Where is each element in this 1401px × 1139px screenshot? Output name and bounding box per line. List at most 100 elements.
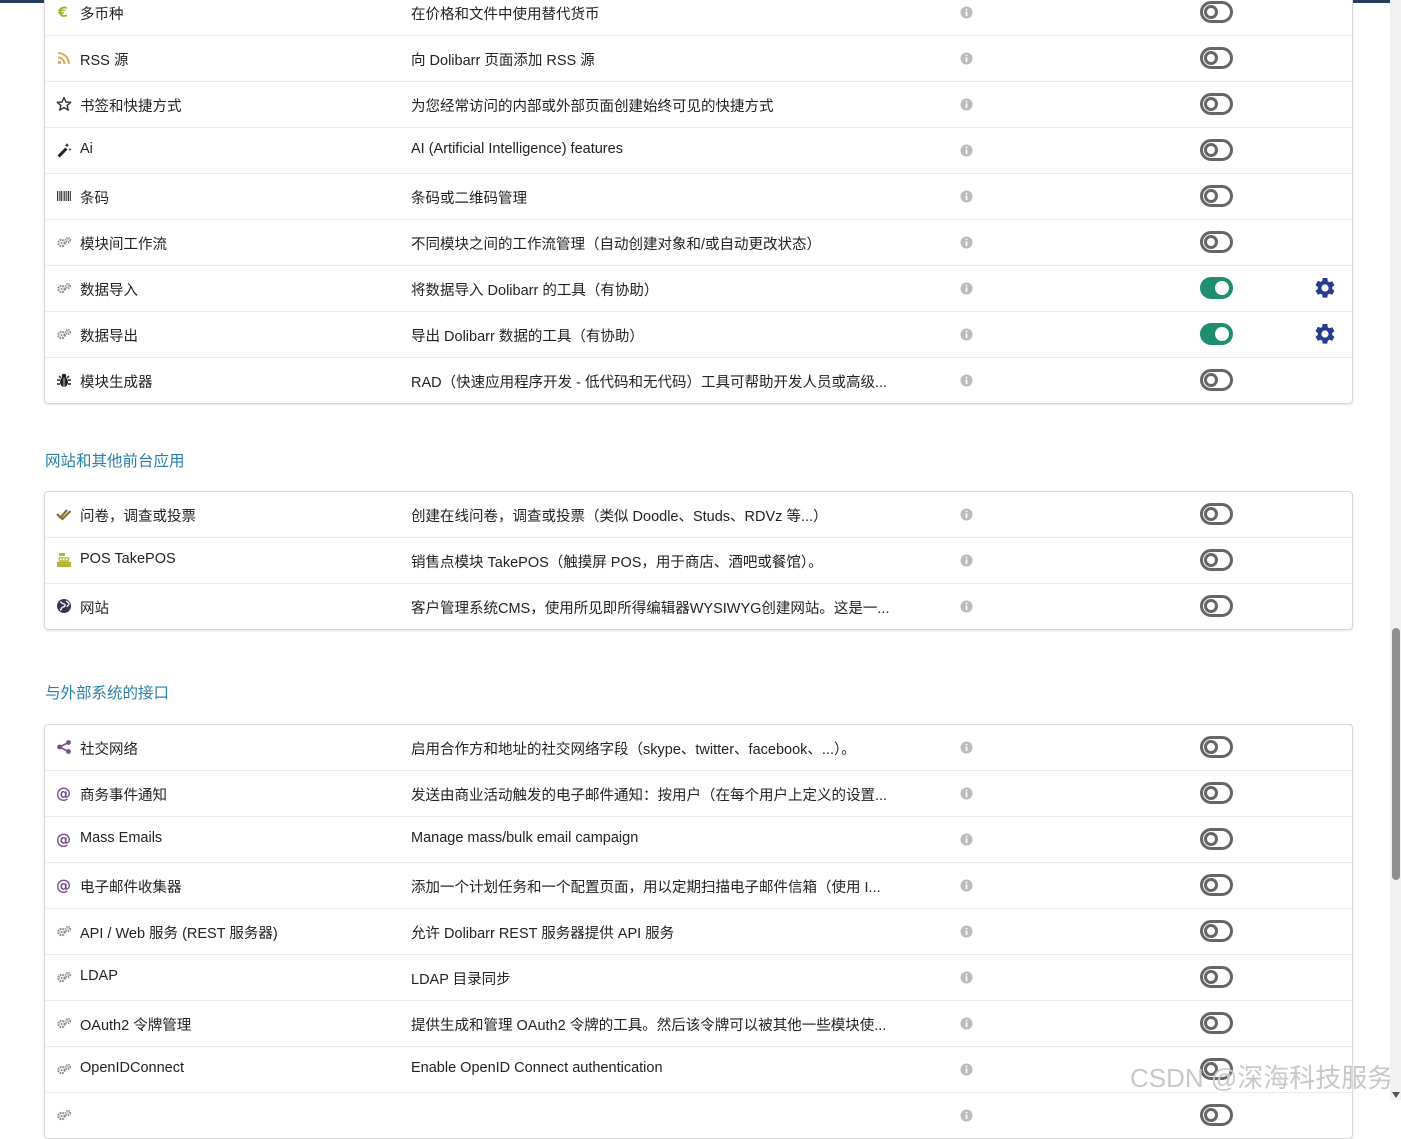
module-name: 多币种 <box>80 7 124 23</box>
info-icon[interactable] <box>960 787 973 800</box>
info-icon[interactable] <box>960 144 973 157</box>
rss-icon <box>56 50 72 66</box>
module-description: 在价格和文件中使用替代货币 <box>411 7 600 23</box>
scrollbar-thumb[interactable] <box>1392 628 1400 880</box>
module-toggle[interactable] <box>1200 185 1233 207</box>
info-icon[interactable] <box>960 741 973 754</box>
module-toggle[interactable] <box>1200 323 1233 345</box>
module-description: 提供生成和管理 OAuth2 令牌的工具。然后该令牌可以被其他一些模块使... <box>411 1018 887 1034</box>
scrollbar-track[interactable] <box>1390 0 1401 1100</box>
module-toggle[interactable] <box>1200 736 1233 758</box>
module-row: 模块生成器 RAD（快速应用程序开发 - 低代码和无代码）工具可帮助开发人员或高级… <box>45 357 1352 403</box>
module-toggle[interactable] <box>1200 966 1233 988</box>
module-row: RSS 源 向 Dolibarr 页面添加 RSS 源 <box>45 35 1352 81</box>
module-row: 社交网络 启用合作方和地址的社交网络字段（skype、twitter、facebo… <box>45 725 1352 770</box>
info-icon[interactable] <box>960 98 973 111</box>
module-toggle[interactable] <box>1200 231 1233 253</box>
module-toggle[interactable] <box>1200 369 1233 391</box>
info-icon[interactable] <box>960 190 973 203</box>
info-icon[interactable] <box>960 833 973 846</box>
module-toggle[interactable] <box>1200 1104 1233 1126</box>
module-description: 向 Dolibarr 页面添加 RSS 源 <box>411 53 595 69</box>
module-name: OAuth2 令牌管理 <box>80 1018 192 1034</box>
module-row: OpenIDConnect Enable OpenID Connect authe… <box>45 1046 1352 1092</box>
cogs-icon <box>56 969 72 985</box>
info-icon[interactable] <box>960 925 973 938</box>
module-row: API / Web 服务 (REST 服务器) 允许 Dolibarr REST … <box>45 908 1352 954</box>
module-toggle[interactable] <box>1200 920 1233 942</box>
module-name: 模块间工作流 <box>80 237 167 253</box>
info-icon[interactable] <box>960 52 973 65</box>
module-name: 商务事件通知 <box>80 788 167 804</box>
section-title: 网站和其他前台应用 <box>45 453 185 470</box>
section-title: 与外部系统的接口 <box>45 685 170 702</box>
module-description: 启用合作方和地址的社交网络字段（skype、twitter、facebook、.… <box>411 742 856 758</box>
module-name: 书签和快捷方式 <box>80 99 182 115</box>
info-icon[interactable] <box>960 236 973 249</box>
info-icon[interactable] <box>960 554 973 567</box>
module-row: POS TakePOS 销售点模块 TakePOS（触摸屏 POS，用于商店、酒吧… <box>45 537 1352 583</box>
module-toggle[interactable] <box>1200 1058 1233 1080</box>
info-icon[interactable] <box>960 879 973 892</box>
info-icon[interactable] <box>960 282 973 295</box>
settings-gear-icon[interactable] <box>1313 276 1337 300</box>
scroll-down-arrow-icon[interactable] <box>1392 1092 1400 1098</box>
module-name: 数据导出 <box>80 329 138 345</box>
info-icon[interactable] <box>960 328 973 341</box>
info-icon[interactable] <box>960 1063 973 1076</box>
module-description: Manage mass/bulk email campaign <box>411 830 639 846</box>
module-toggle[interactable] <box>1200 93 1233 115</box>
module-toggle[interactable] <box>1200 47 1233 69</box>
module-toggle[interactable] <box>1200 139 1233 161</box>
module-group-panel: € 多币种 在价格和文件中使用替代货币 RSS 源 向 Dolibarr 页面添加 RS… <box>44 0 1353 404</box>
module-name: 电子邮件收集器 <box>80 880 182 896</box>
module-toggle[interactable] <box>1200 828 1233 850</box>
module-description: 添加一个计划任务和一个配置页面，用以定期扫描电子邮件信箱（使用 I... <box>411 880 881 896</box>
svg-text:@: @ <box>56 785 71 801</box>
check-double-icon <box>56 506 72 522</box>
module-name: 模块生成器 <box>80 375 153 391</box>
module-row: 书签和快捷方式 为您经常访问的内部或外部页面创建始终可见的快捷方式 <box>45 81 1352 127</box>
module-row <box>45 1092 1352 1138</box>
module-row: 数据导出 导出 Dolibarr 数据的工具（有协助） <box>45 311 1352 357</box>
module-row: OAuth2 令牌管理 提供生成和管理 OAuth2 令牌的工具。然后该令牌可以被… <box>45 1000 1352 1046</box>
module-toggle[interactable] <box>1200 1012 1233 1034</box>
settings-gear-icon[interactable] <box>1313 322 1337 346</box>
module-toggle[interactable] <box>1200 874 1233 896</box>
module-name: Ai <box>80 141 93 157</box>
module-description: 客户管理系统CMS，使用所见即所得编辑器WYSIWYG创建网站。这是一... <box>411 601 890 617</box>
barcode-icon <box>56 188 72 204</box>
module-toggle[interactable] <box>1200 595 1233 617</box>
info-icon[interactable] <box>960 374 973 387</box>
module-name: OpenIDConnect <box>80 1060 184 1076</box>
info-icon[interactable] <box>960 6 973 19</box>
info-icon[interactable] <box>960 1017 973 1030</box>
module-row: 条码 条码或二维码管理 <box>45 173 1352 219</box>
cogs-icon <box>56 1061 72 1077</box>
info-icon[interactable] <box>960 1109 973 1122</box>
module-toggle[interactable] <box>1200 503 1233 525</box>
module-description: Enable OpenID Connect authentication <box>411 1060 663 1076</box>
module-description: 导出 Dolibarr 数据的工具（有协助） <box>411 329 644 345</box>
at-icon: @ <box>56 877 72 895</box>
module-toggle[interactable] <box>1200 549 1233 571</box>
module-toggle[interactable] <box>1200 277 1233 299</box>
info-icon[interactable] <box>960 971 973 984</box>
module-group-panel: 社交网络 启用合作方和地址的社交网络字段（skype、twitter、facebo… <box>44 724 1353 1139</box>
module-toggle[interactable] <box>1200 1 1233 23</box>
svg-text:@: @ <box>56 831 71 847</box>
module-name: Mass Emails <box>80 830 163 846</box>
share-icon <box>56 739 72 755</box>
svg-text:€: € <box>57 5 68 20</box>
svg-text:@: @ <box>56 877 71 893</box>
info-icon[interactable] <box>960 600 973 613</box>
cogs-icon <box>56 1015 72 1031</box>
cogs-icon <box>56 234 72 250</box>
star-icon <box>56 96 72 112</box>
cogs-icon <box>56 923 72 939</box>
module-name: LDAP <box>80 968 118 984</box>
module-row: 模块间工作流 不同模块之间的工作流管理（自动创建对象和/或自动更改状态） <box>45 219 1352 265</box>
module-description: 将数据导入 Dolibarr 的工具（有协助） <box>411 283 659 299</box>
module-toggle[interactable] <box>1200 782 1233 804</box>
info-icon[interactable] <box>960 508 973 521</box>
